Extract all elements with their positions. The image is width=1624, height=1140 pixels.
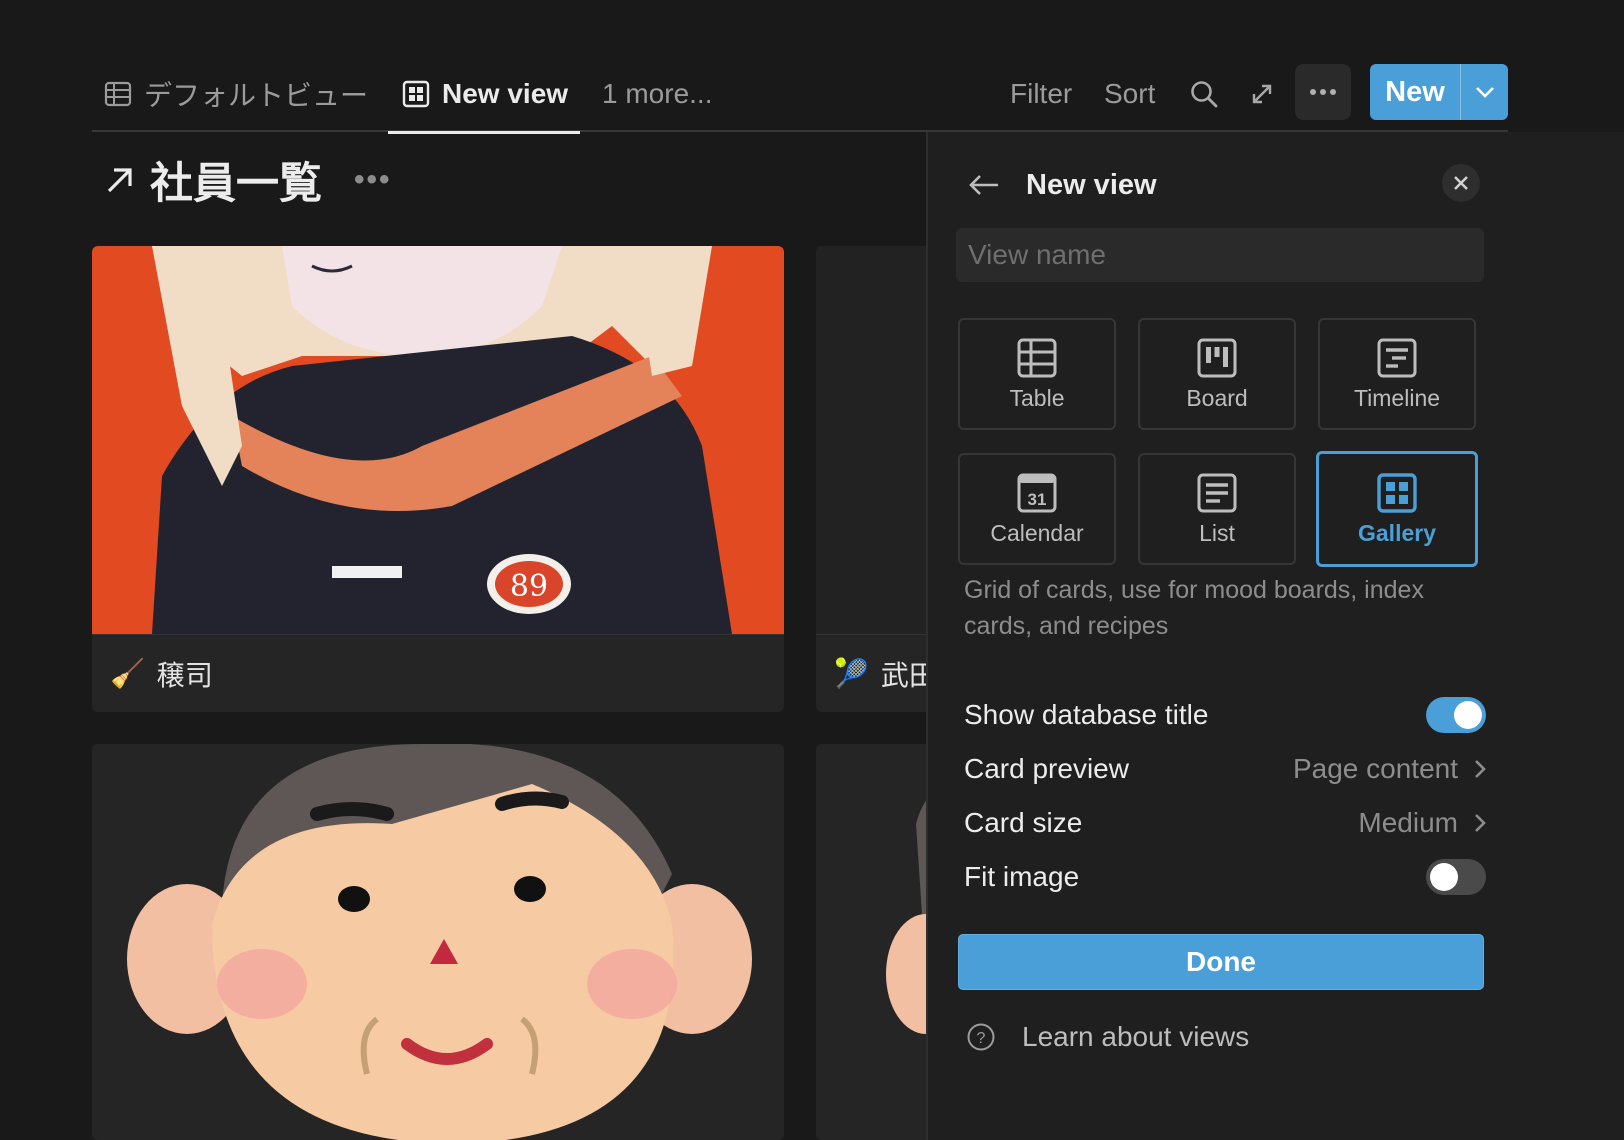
show-db-title-row: Show database title xyxy=(964,690,1486,740)
close-button[interactable] xyxy=(1442,164,1480,202)
chevron-down-icon xyxy=(1475,87,1494,98)
svg-text:?: ? xyxy=(977,1030,986,1047)
database-title-text: 社員一覧 xyxy=(150,160,322,208)
tab-more-label: 1 more... xyxy=(602,78,713,109)
new-button-label: New xyxy=(1385,75,1445,108)
view-type-label: Board xyxy=(1186,384,1248,411)
done-button-label: Done xyxy=(1186,946,1256,977)
filter-label: Filter xyxy=(1010,78,1073,109)
gallery-icon xyxy=(402,80,430,108)
expand-button[interactable] xyxy=(1242,70,1282,118)
gallery-card[interactable] xyxy=(92,744,784,1140)
calendar-day-text: 31 xyxy=(1028,490,1047,509)
toggle-knob xyxy=(1454,701,1482,729)
card-size-row[interactable]: Card size Medium xyxy=(964,798,1486,848)
view-type-label: Calendar xyxy=(990,519,1084,546)
sort-label: Sort xyxy=(1104,78,1156,109)
view-type-calendar[interactable]: 31 Calendar xyxy=(958,453,1116,565)
fit-image-label: Fit image xyxy=(964,861,1080,892)
database-menu-icon[interactable]: ••• xyxy=(354,163,392,197)
card-preview-row[interactable]: Card preview Page content xyxy=(964,744,1486,794)
chevron-right-icon xyxy=(1475,814,1486,832)
learn-about-views-link[interactable]: ? Learn about views xyxy=(966,1012,1249,1062)
database-title[interactable]: 社員一覧 ••• xyxy=(104,150,392,210)
fit-image-toggle[interactable] xyxy=(1426,859,1486,895)
card-size-value-text: Medium xyxy=(1358,807,1458,838)
card-name: 穣司 xyxy=(156,659,213,691)
new-button-group: New xyxy=(1370,64,1508,120)
card-size-label: Card size xyxy=(964,807,1083,838)
view-type-timeline[interactable]: Timeline xyxy=(1318,318,1476,430)
card-caption: 🧹 穣司 xyxy=(92,634,784,712)
view-type-gallery[interactable]: Gallery xyxy=(1316,451,1478,567)
board-icon xyxy=(1197,338,1237,377)
card-size-value: Medium xyxy=(1358,807,1486,839)
view-name-input[interactable] xyxy=(956,228,1484,282)
new-button[interactable]: New xyxy=(1370,64,1460,120)
ellipsis-icon xyxy=(1310,89,1336,95)
card-cover-image: 89 xyxy=(92,246,784,634)
calendar-icon: 31 xyxy=(1017,473,1057,512)
tab-default-view[interactable]: デフォルトビュー xyxy=(104,56,368,132)
tab-new-view-label: New view xyxy=(442,78,569,109)
card-emoji-icon: 🎾 xyxy=(834,658,869,689)
help-icon: ? xyxy=(967,1023,995,1051)
panel-header: New view xyxy=(968,156,1157,214)
back-arrow-icon[interactable] xyxy=(968,173,1000,197)
tab-new-view[interactable]: New view xyxy=(388,56,580,134)
view-type-label: List xyxy=(1199,519,1235,546)
learn-about-views-label: Learn about views xyxy=(1022,1021,1250,1052)
table-icon xyxy=(104,81,132,107)
card-preview-value-text: Page content xyxy=(1292,753,1458,784)
view-type-board[interactable]: Board xyxy=(1138,318,1296,430)
svg-text:89: 89 xyxy=(510,569,548,604)
new-view-panel: New view Table xyxy=(926,132,1624,1140)
search-button[interactable] xyxy=(1184,70,1224,118)
tab-more-views[interactable]: 1 more... xyxy=(602,56,712,132)
view-tab-bar: デフォルトビュー New view 1 more... Filter Sort xyxy=(92,56,1508,134)
view-type-description: Grid of cards, use for mood boards, inde… xyxy=(964,576,1424,640)
card-preview-value: Page content xyxy=(1293,753,1486,785)
done-button[interactable]: Done xyxy=(958,934,1484,990)
list-icon xyxy=(1197,473,1237,512)
expand-arrows-icon xyxy=(1252,84,1272,104)
toggle-knob xyxy=(1430,863,1458,891)
sort-button[interactable]: Sort xyxy=(1104,70,1155,118)
table-icon xyxy=(1017,338,1057,377)
view-type-label: Table xyxy=(1009,384,1065,411)
show-db-title-label: Show database title xyxy=(964,699,1209,730)
more-options-button[interactable] xyxy=(1295,64,1351,120)
timeline-icon xyxy=(1377,338,1417,377)
card-emoji-icon: 🧹 xyxy=(110,658,145,689)
linked-arrow-icon xyxy=(107,168,132,193)
tab-default-view-label: デフォルトビュー xyxy=(144,80,369,111)
gallery-icon xyxy=(1377,472,1417,513)
card-cover-image xyxy=(92,744,784,1140)
view-type-label: Timeline xyxy=(1353,384,1441,411)
panel-title: New view xyxy=(1026,168,1157,201)
close-icon xyxy=(1454,176,1468,190)
chevron-right-icon xyxy=(1475,760,1486,778)
view-type-table[interactable]: Table xyxy=(958,318,1116,430)
active-tab-underline xyxy=(388,131,580,134)
fit-image-row: Fit image xyxy=(964,852,1486,902)
new-dropdown-button[interactable] xyxy=(1460,64,1508,120)
gallery-card[interactable]: 89 🧹 穣司 xyxy=(92,246,784,712)
view-type-label: Gallery xyxy=(1358,519,1436,546)
view-type-list[interactable]: List xyxy=(1138,453,1296,565)
search-icon xyxy=(1191,81,1218,108)
filter-button[interactable]: Filter xyxy=(1010,70,1072,118)
show-db-title-toggle[interactable] xyxy=(1426,697,1486,733)
app-root: デフォルトビュー New view 1 more... Filter Sort xyxy=(0,0,1624,1140)
card-preview-label: Card preview xyxy=(964,753,1129,784)
